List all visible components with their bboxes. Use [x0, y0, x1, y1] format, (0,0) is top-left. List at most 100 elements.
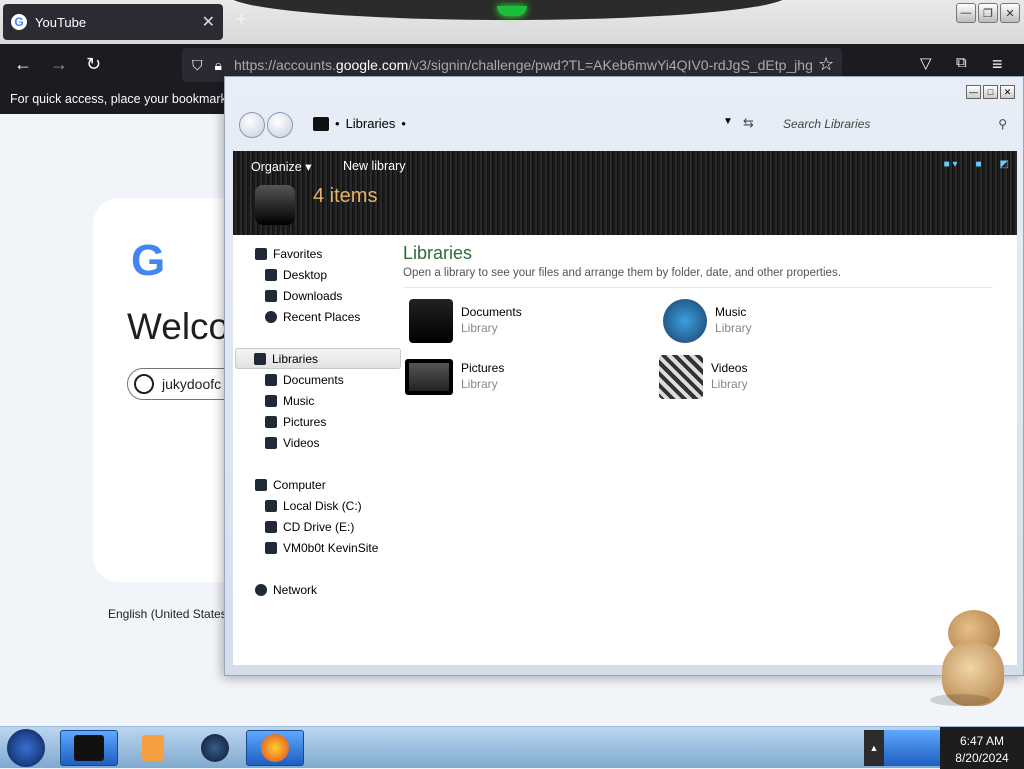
nav-network-share[interactable]: VM0b0t KevinSite: [233, 537, 403, 558]
nav-documents[interactable]: Documents: [233, 369, 403, 390]
library-pictures[interactable]: Pictures Library: [405, 355, 504, 395]
lock-icon[interactable]: 🔒︎: [215, 57, 222, 74]
navigation-pane: Favorites Desktop Downloads Recent Place…: [233, 235, 403, 665]
favorites-icon: [255, 247, 267, 260]
cd-drive-icon: [265, 520, 277, 533]
show-hidden-icons[interactable]: ▲: [864, 730, 884, 766]
firefox-icon: [261, 734, 289, 762]
address-row: • Libraries • ▼ ⇆ Search Libraries ⚲: [233, 103, 1017, 147]
menu-icon[interactable]: ≡: [992, 54, 1003, 75]
videos-icon: [265, 436, 277, 449]
library-documents[interactable]: Documents Library: [409, 299, 522, 343]
nav-libraries[interactable]: Libraries: [235, 348, 401, 369]
google-logo: G: [131, 236, 166, 285]
explorer-window: — □ ✕ • Libraries • ▼ ⇆ Search Libraries…: [224, 76, 1024, 676]
close-tab-icon[interactable]: ✕: [202, 12, 215, 32]
back-button[interactable]: [239, 112, 265, 138]
explorer-maximize-button[interactable]: □: [983, 85, 998, 99]
shield-icon[interactable]: ⛉: [192, 57, 203, 74]
taskbar-explorer[interactable]: [60, 730, 118, 766]
network-drive-icon: [265, 541, 277, 554]
reload-icon[interactable]: ↻: [86, 54, 101, 75]
minimize-button[interactable]: —: [956, 3, 976, 23]
new-tab-icon[interactable]: +: [236, 9, 247, 30]
taskbar-firefox[interactable]: [246, 730, 304, 766]
tray-app-icon[interactable]: [884, 730, 940, 766]
google-favicon-icon: G: [11, 14, 27, 30]
libraries-icon: [254, 352, 266, 365]
nav-recent-places[interactable]: Recent Places: [233, 306, 403, 327]
forward-icon[interactable]: →: [50, 54, 68, 75]
url-text: https://accounts.google.com/v3/signin/ch…: [233, 57, 813, 73]
nav-pictures[interactable]: Pictures: [233, 411, 403, 432]
back-icon[interactable]: ←: [14, 54, 32, 75]
library-videos[interactable]: Videos Library: [659, 355, 748, 399]
search-box[interactable]: Search Libraries ⚲: [777, 111, 1013, 137]
account-icon: [134, 374, 154, 394]
new-library-button[interactable]: New library: [343, 159, 406, 173]
nav-music[interactable]: Music: [233, 390, 403, 411]
explorer-window-controls: — □ ✕: [966, 85, 1015, 99]
music-icon: [265, 394, 277, 407]
command-bar: Organize ▾ New library ■ ▾ ■ ◩ 4 items: [233, 151, 1017, 235]
nav-cd-drive[interactable]: CD Drive (E:): [233, 516, 403, 537]
media-player-icon: [142, 735, 164, 761]
start-button[interactable]: [7, 729, 45, 767]
nav-desktop[interactable]: Desktop: [233, 264, 403, 285]
explorer-minimize-button[interactable]: —: [966, 85, 981, 99]
browser-tab-bar: G YouTube ✕ + — ❐ ✕: [0, 0, 1024, 44]
nav-favorites[interactable]: Favorites: [233, 243, 403, 264]
browser-tab[interactable]: G YouTube ✕: [3, 4, 223, 40]
help-icon[interactable]: ◩: [1000, 159, 1009, 170]
content-description: Open a library to see your files and arr…: [403, 267, 841, 279]
view-options: ■ ▾ ■ ◩: [944, 159, 1009, 170]
close-button[interactable]: ✕: [1000, 3, 1020, 23]
window-controls: — ❐ ✕: [956, 3, 1020, 23]
downloads-icon: [265, 289, 277, 302]
clock[interactable]: 6:47 AM 8/20/2024: [940, 727, 1024, 769]
refresh-icon[interactable]: ⇆: [743, 115, 754, 131]
content-pane: Libraries Open a library to see your fil…: [403, 235, 1017, 665]
clock-time: 6:47 AM: [959, 734, 1005, 748]
breadcrumb-libraries[interactable]: Libraries: [346, 116, 396, 131]
nav-videos[interactable]: Videos: [233, 432, 403, 453]
breadcrumb-arrow-icon[interactable]: •: [401, 116, 406, 131]
language-selector[interactable]: English (United States): [108, 607, 231, 621]
address-dropdown-icon[interactable]: ▼: [723, 116, 733, 127]
bookmark-star-icon[interactable]: ☆: [818, 54, 834, 75]
item-count: 4 items: [313, 185, 378, 207]
documents-library-icon: [409, 299, 453, 343]
taskbar-media-player[interactable]: [124, 730, 182, 766]
tab-title: YouTube: [35, 14, 87, 30]
account-email: jukydoofc: [162, 376, 222, 392]
nav-computer[interactable]: Computer: [233, 474, 403, 495]
pictures-library-icon: [405, 359, 453, 395]
nav-downloads[interactable]: Downloads: [233, 285, 403, 306]
organize-button[interactable]: Organize ▾: [251, 159, 311, 174]
content-title: Libraries: [403, 243, 473, 263]
search-placeholder: Search Libraries: [783, 117, 871, 131]
search-icon[interactable]: ⚲: [998, 117, 1007, 131]
explorer-close-button[interactable]: ✕: [1000, 85, 1015, 99]
hard-disk-icon: [265, 499, 277, 512]
hamster-mascot: [930, 604, 1010, 708]
maximize-button[interactable]: ❐: [978, 3, 998, 23]
clock-date: 8/20/2024: [955, 751, 1009, 765]
network-icon: [255, 583, 267, 596]
divider: [403, 287, 993, 288]
nav-network[interactable]: Network: [233, 579, 403, 600]
breadcrumb[interactable]: • Libraries •: [313, 116, 406, 131]
nav-local-disk[interactable]: Local Disk (C:): [233, 495, 403, 516]
preview-pane-icon[interactable]: ■: [976, 159, 982, 170]
taskbar: ▲ 6:47 AM 8/20/2024: [0, 726, 1024, 769]
libraries-icon: [313, 116, 329, 131]
breadcrumb-separator-icon: •: [335, 116, 340, 131]
pocket-icon[interactable]: ▽: [920, 54, 932, 72]
recent-places-icon: [265, 310, 277, 323]
forward-button[interactable]: [267, 112, 293, 138]
desktop-icon: [265, 268, 277, 281]
taskbar-network[interactable]: [186, 730, 244, 766]
library-music[interactable]: Music Library: [663, 299, 752, 343]
extensions-icon[interactable]: ⧉: [956, 54, 967, 71]
view-mode-icon[interactable]: ■ ▾: [944, 159, 958, 170]
